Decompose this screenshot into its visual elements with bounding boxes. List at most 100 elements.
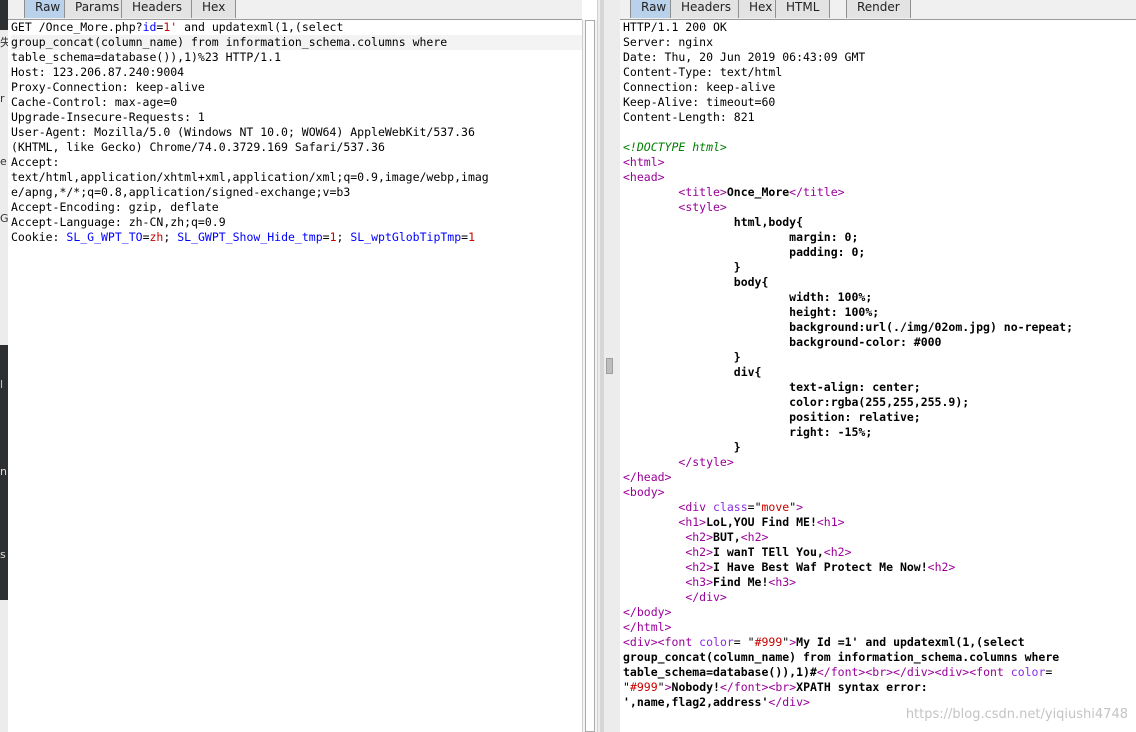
code-token: =	[1045, 665, 1053, 679]
request-tab-hex[interactable]: Hex	[191, 0, 237, 18]
code-token: <h3>	[768, 575, 797, 589]
code-line: </style>	[623, 455, 1136, 470]
response-viewer[interactable]: HTTP/1.1 200 OK Server: nginx Date: Thu, 2…	[623, 20, 1136, 732]
code-line: Content-Length: 821	[623, 110, 1136, 125]
code-token: <div>	[934, 665, 970, 679]
code-token: move	[761, 500, 790, 514]
code-token: </head>	[623, 470, 672, 484]
code-token: text/html,application/xhtml+xml,applicat…	[11, 170, 489, 184]
code-token: </font>	[719, 680, 769, 694]
code-line: width: 100%;	[623, 290, 1136, 305]
code-token: position: relative;	[623, 410, 921, 424]
code-line: Accept:	[11, 155, 582, 170]
code-token: Nobody!	[671, 680, 720, 694]
code-line: text/html,application/xhtml+xml,applicat…	[11, 170, 582, 185]
code-line: body{	[623, 275, 1136, 290]
code-token: }	[623, 440, 741, 454]
code-token: GET /Once_More.php?	[11, 20, 143, 34]
code-token: margin: 0;	[623, 230, 859, 244]
code-token: group_concat(column_name) from informati…	[11, 35, 448, 49]
request-pane: Raw Params Headers Hex GET /Once_More.ph…	[8, 0, 582, 732]
code-token: >	[796, 500, 804, 514]
code-line: Keep-Alive: timeout=60	[623, 95, 1136, 110]
request-scrollbar-thumb[interactable]	[585, 20, 595, 732]
code-line: Host: 123.206.87.240:9004	[11, 65, 582, 80]
code-token: "	[623, 680, 630, 694]
splitter-grip[interactable]	[606, 358, 613, 374]
request-scrollbar[interactable]	[582, 20, 597, 732]
code-token: Accept:	[11, 155, 60, 169]
code-line: <h1>LoL,YOU Find ME!<h1>	[623, 515, 1136, 530]
pane-splitter[interactable]	[597, 0, 621, 732]
code-line: GET /Once_More.php?id=1' and updatexml(1…	[11, 20, 582, 35]
code-token: = "	[733, 635, 755, 649]
code-token: "	[657, 680, 665, 694]
response-tab-html[interactable]: HTML	[775, 0, 831, 18]
code-token: div{	[623, 365, 762, 379]
code-token: </title>	[789, 185, 845, 199]
code-line: Cookie: SL_G_WPT_TO=zh; SL_GWPT_Show_Hid…	[11, 230, 582, 245]
code-line: "#999">Nobody!</font><br>XPATH syntax er…	[623, 680, 1136, 695]
code-token: Once_More	[726, 185, 790, 199]
code-token: width: 100%;	[623, 290, 873, 304]
code-token: table_schema=database()),1)#	[623, 665, 817, 679]
code-line: <html>	[623, 155, 1136, 170]
code-line: </html>	[623, 620, 1136, 635]
code-token: =	[142, 230, 150, 244]
code-token: </body>	[623, 605, 672, 619]
code-line: height: 100%;	[623, 305, 1136, 320]
code-token: User-Agent: Mozilla/5.0 (Windows NT 10.0…	[11, 125, 475, 139]
code-token: ="	[747, 500, 762, 514]
code-line: html,body{	[623, 215, 1136, 230]
code-token: Keep-Alive: timeout=60	[623, 95, 776, 109]
code-line: <h2>BUT,<h2>	[623, 530, 1136, 545]
response-tab-render[interactable]: Render	[846, 0, 911, 18]
code-token: background-color: #000	[623, 335, 942, 349]
code-token: <h3>	[685, 575, 714, 589]
watermark-text: https://blog.csdn.net/yiqiushi4748	[905, 707, 1128, 722]
code-token: </font>	[816, 665, 866, 679]
code-token: <h2>	[685, 545, 714, 559]
code-token: color	[1010, 665, 1046, 679]
code-token: Cookie:	[11, 230, 67, 244]
code-token: padding: 0;	[623, 245, 866, 259]
code-token: <h2>	[740, 530, 769, 544]
code-token: ',name,flag2,address'	[623, 695, 769, 709]
code-line: <h3>Find Me!<h3>	[623, 575, 1136, 590]
code-token: #999	[754, 635, 783, 649]
request-editor[interactable]: GET /Once_More.php?id = 1' and updatexml(1…	[11, 20, 582, 732]
code-line: e/apng,*/*;q=0.8,application/signed-exch…	[11, 185, 582, 200]
code-token: }	[623, 350, 741, 364]
code-token: zh	[149, 230, 164, 244]
code-token: <font	[969, 665, 1011, 679]
code-token: color:rgba(255,255,255.9);	[623, 395, 970, 409]
code-token: <div	[678, 500, 714, 514]
code-token: Proxy-Connection: keep-alive	[11, 80, 205, 94]
code-token: BUT,	[713, 530, 741, 544]
code-token: <h2>	[685, 560, 714, 574]
code-token: <br>	[768, 680, 797, 694]
code-line: </head>	[623, 470, 1136, 485]
response-tab-headers[interactable]: Headers	[670, 0, 742, 18]
code-line: <h2>I Have Best Waf Protect Me Now!<h2>	[623, 560, 1136, 575]
code-token: Accept-Encoding: gzip, deflate	[11, 200, 219, 214]
edge-glyph: r	[0, 92, 5, 105]
code-token: HTTP/1.1 200 OK	[623, 20, 727, 34]
code-line: background:url(./img/02om.jpg) no-repeat…	[623, 320, 1136, 335]
code-token: SL_wptGlobTipTmp	[350, 230, 462, 244]
code-token: <!DOCTYPE html>	[623, 140, 727, 154]
code-line: }	[623, 260, 1136, 275]
code-token: ;	[163, 230, 178, 244]
request-tab-headers[interactable]: Headers	[121, 0, 193, 18]
code-line: table_schema=database()),1)#</font><br><…	[623, 665, 1136, 680]
code-token: 1	[468, 230, 476, 244]
code-token: </style>	[678, 455, 734, 469]
dark-panel-fragment	[0, 0, 8, 30]
code-token: <style>	[678, 200, 727, 214]
code-token: </div>	[768, 695, 810, 709]
